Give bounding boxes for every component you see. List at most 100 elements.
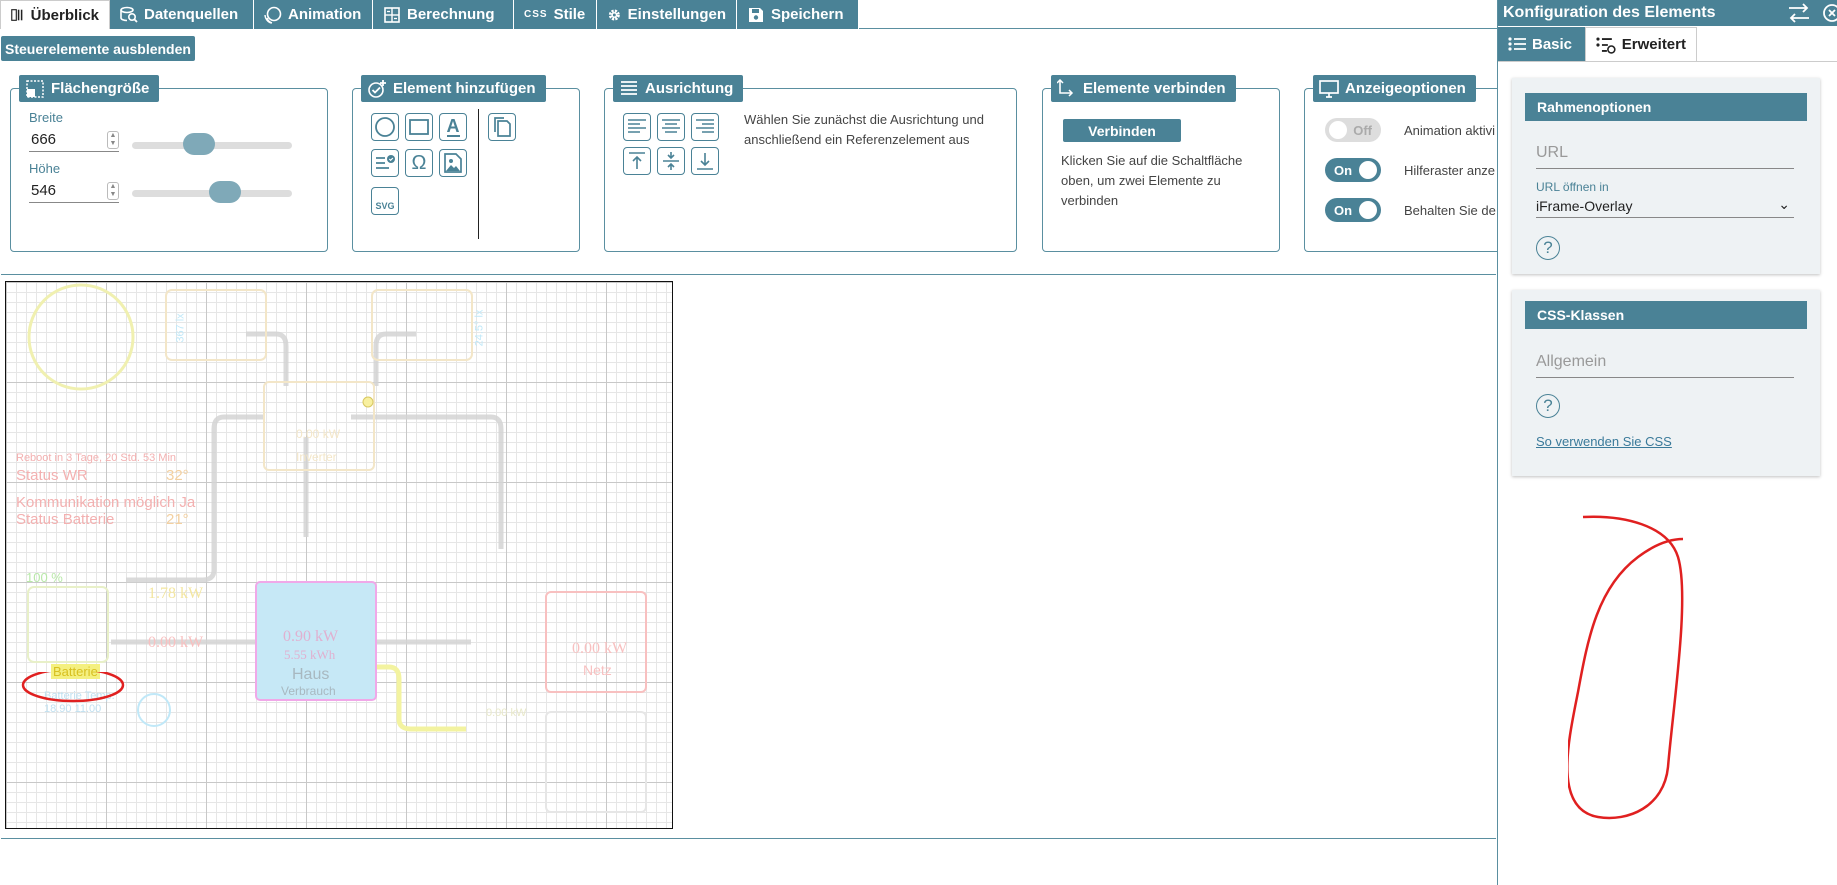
css-classes-card: CSS-Klassen Allgemein ? So verwenden Sie… — [1512, 290, 1820, 476]
add-rectangle-button[interactable] — [405, 113, 433, 141]
connection-lines — [27, 283, 647, 813]
overview-icon — [11, 9, 23, 21]
gear-icon — [608, 9, 620, 20]
align-top-icon — [629, 152, 645, 169]
status-wr-text: Status WR — [16, 467, 88, 484]
tab-styles[interactable]: CSS Stile — [514, 0, 597, 29]
save-icon — [749, 7, 763, 22]
tab-advanced[interactable]: Erweitert — [1585, 27, 1697, 61]
css-classes-header: CSS-Klassen — [1525, 301, 1807, 329]
editor-canvas[interactable]: Reboot in 3 Tage, 20 Std. 53 Min Status … — [5, 281, 673, 829]
align-bottom-icon — [697, 153, 713, 170]
panel-canvas-size: Flächengröße Breite 666 ▲ ▼ Höhe 546 ▲ ▼ — [10, 75, 328, 252]
panel-display-options: Anzeigeoptionen Off Animation aktivi On … — [1304, 75, 1504, 252]
sensor-1-text: 367 lx — [174, 313, 187, 343]
tab-save[interactable]: Speichern — [737, 0, 859, 29]
align-right-button[interactable] — [691, 113, 719, 141]
house-sub-label: Verbrauch — [281, 684, 336, 698]
monitor-icon — [1319, 79, 1339, 98]
help-icon[interactable]: ? — [1536, 236, 1560, 260]
align-top-button[interactable] — [623, 147, 651, 175]
tab-settings[interactable]: Einstellungen — [597, 0, 737, 29]
add-circle-button[interactable] — [371, 113, 399, 141]
text-icon: A — [446, 116, 460, 137]
tab-animation[interactable]: Animation — [254, 0, 373, 29]
align-left-icon — [628, 119, 646, 133]
temp-wr-text: 32° — [166, 467, 189, 484]
battery-annotation-circle — [21, 672, 125, 703]
help-icon[interactable]: ? — [1536, 394, 1560, 418]
circle-icon — [375, 117, 395, 137]
width-slider-thumb[interactable] — [183, 133, 216, 155]
inverter-label: Inverter — [296, 450, 337, 464]
animation-toggle[interactable]: Off — [1325, 118, 1381, 142]
align-bottom-button[interactable] — [691, 147, 719, 175]
height-label: Höhe — [29, 161, 61, 176]
keep-option-label: Behalten Sie de — [1404, 203, 1496, 218]
align-center-icon — [662, 119, 680, 133]
add-svg-button[interactable]: SVG — [371, 187, 399, 215]
align-middle-button[interactable] — [657, 147, 685, 175]
temp-battery-text: 21° — [166, 511, 189, 528]
tab-datasources[interactable]: Datenquellen — [110, 0, 254, 29]
width-input[interactable]: 666 ▲ ▼ — [29, 128, 119, 152]
swap-side-icon[interactable] — [1786, 2, 1812, 24]
animation-icon — [264, 6, 282, 24]
panel-add-element: Element hinzufügen A Ω SVG — [352, 75, 580, 252]
height-input[interactable]: 546 ▲ ▼ — [29, 179, 119, 203]
css-general-input[interactable]: Allgemein — [1536, 353, 1794, 378]
open-in-select[interactable]: iFrame-Overlay ⌄ — [1536, 196, 1794, 218]
tab-calculation[interactable]: Berechnung — [373, 0, 514, 29]
open-in-label: URL öffnen in — [1536, 180, 1609, 194]
house-power-text: 0.90 kW — [283, 628, 339, 645]
tab-basic[interactable]: Basic — [1498, 27, 1585, 61]
height-slider-thumb[interactable] — [208, 181, 241, 203]
add-datapoint-button[interactable] — [371, 149, 399, 177]
annotation-red-circle — [1568, 515, 1684, 820]
reboot-text: Reboot in 3 Tage, 20 Std. 53 Min — [16, 452, 177, 464]
add-symbol-button[interactable]: Ω — [405, 149, 433, 177]
chevron-down-icon: ⌄ — [1778, 196, 1790, 212]
css-help-link[interactable]: So verwenden Sie CSS — [1536, 434, 1672, 449]
align-left-button[interactable] — [623, 113, 651, 141]
add-text-button[interactable]: A — [439, 113, 467, 141]
width-label: Breite — [29, 110, 63, 125]
list-settings-icon — [1596, 36, 1616, 54]
panel-title: Element hinzufügen — [361, 75, 546, 102]
paste-element-button[interactable] — [488, 113, 516, 141]
list-check-icon — [376, 155, 395, 169]
tab-overview[interactable]: Überblick — [0, 0, 110, 29]
helper-grid-toggle[interactable]: On — [1325, 158, 1381, 182]
sensor-2-text: 24.5° lx — [473, 309, 486, 347]
grid-label: Netz — [583, 662, 612, 678]
tab-label: Datenquellen — [144, 6, 239, 23]
wallbox-power-text: 0.00 kW — [486, 707, 527, 719]
css-icon: CSS — [524, 9, 548, 20]
tab-label: Stile — [553, 6, 586, 23]
frame-options-header: Rahmenoptionen — [1525, 93, 1807, 121]
add-image-button[interactable] — [439, 149, 467, 177]
copy-icon — [494, 117, 511, 137]
rectangle-icon — [409, 119, 429, 135]
connect-button[interactable]: Verbinden — [1063, 119, 1181, 142]
element-config-sidebar: Konfiguration des Elements Basic Erweite… — [1497, 0, 1837, 885]
connect-icon — [1057, 78, 1074, 97]
close-icon[interactable] — [1818, 3, 1837, 23]
sidebar-title: Konfiguration des Elements — [1503, 4, 1716, 21]
inverter-power-text: 0.00 kW — [296, 427, 341, 441]
tab-label: Überblick — [30, 6, 99, 24]
hide-controls-button[interactable]: Steuerelemente ausblenden — [1, 36, 195, 61]
tab-label: Berechnung — [407, 6, 495, 23]
keep-option-toggle[interactable]: On — [1325, 198, 1381, 222]
height-spinner[interactable]: ▲ ▼ — [107, 182, 119, 200]
divider — [478, 109, 479, 239]
status-battery-text: Status Batterie — [16, 511, 115, 528]
width-spinner[interactable]: ▲ ▼ — [107, 131, 119, 149]
helper-grid-option-label: Hilferaster anze — [1404, 163, 1496, 178]
align-middle-icon — [663, 152, 679, 170]
soc-text: 100 % — [26, 570, 63, 585]
alignment-hint: Wählen Sie zunächst die Ausrichtung und … — [744, 112, 984, 147]
calculator-icon — [384, 6, 400, 23]
url-input[interactable]: URL — [1536, 144, 1794, 169]
align-center-button[interactable] — [657, 113, 685, 141]
